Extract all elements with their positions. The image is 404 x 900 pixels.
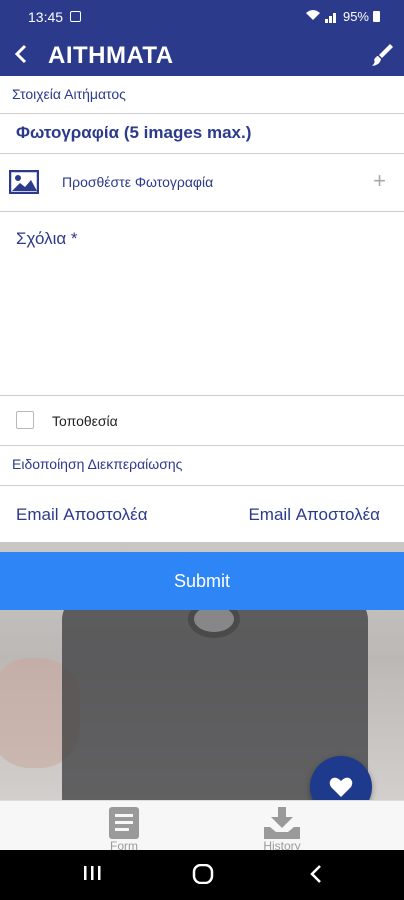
home-icon[interactable] [192,863,214,889]
comments-field[interactable]: Σχόλια * [0,212,404,396]
signal-icon [324,11,339,23]
submit-button[interactable]: Submit [0,552,404,610]
page-title: ΑΙΤΗΜΑΤΑ [48,42,174,69]
image-icon [8,169,40,195]
wifi-icon [305,9,321,24]
location-row[interactable]: Τοποθεσία [0,396,404,446]
status-indicators: 95% [305,9,380,24]
nav-form[interactable]: Form [84,807,164,853]
comments-label: Σχόλια * [16,229,78,248]
email-label: Email Αποστολέα [16,505,148,524]
plus-icon[interactable]: + [373,168,386,194]
back-nav-icon[interactable] [308,864,324,889]
section-request-details: Στοιχεία Αιτήματος [0,76,404,114]
form-icon [109,807,139,839]
add-photo-label: Προσθέστε Φωτογραφία [62,174,214,190]
bottom-nav: Form History [0,800,404,853]
status-time: 13:45 [28,9,64,25]
add-photo-row[interactable]: Προσθέστε Φωτογραφία + [0,154,404,212]
photos-title: Φωτογραφία (5 images max.) [0,114,404,154]
email-input[interactable]: Email Αποστολέα [248,505,380,525]
status-bar: 13:45 95% [0,0,404,34]
app-bar: ΑΙΤΗΜΑΤΑ [0,34,404,76]
nav-history[interactable]: History [242,807,322,853]
location-label: Τοποθεσία [52,413,118,429]
battery-label: 95% [342,9,369,24]
system-navigation-bar [0,850,404,900]
download-tray-icon [264,807,300,839]
battery-icon [373,11,380,22]
email-row: Email Αποστολέα Email Αποστολέα [0,486,404,542]
paint-brush-icon[interactable] [368,42,394,68]
section-notification: Ειδοποίηση Διεκπεραίωσης [0,446,404,486]
heart-icon [329,777,353,797]
location-checkbox[interactable] [16,411,34,429]
recents-icon[interactable] [82,864,102,887]
image-notification-icon [70,11,81,22]
back-arrow-icon[interactable] [8,40,36,68]
